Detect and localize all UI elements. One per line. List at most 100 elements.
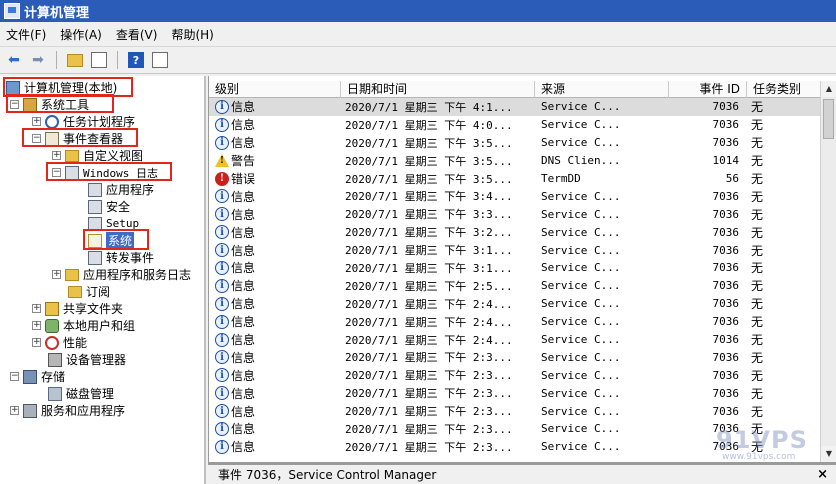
collapse-icon[interactable]: −: [32, 134, 41, 143]
expand-icon[interactable]: +: [32, 117, 41, 126]
table-row[interactable]: i 信息 2020/7/1 星期三 下午 4:0... Service C... 703…: [209, 116, 821, 134]
menu-action[interactable]: 操作(A): [60, 26, 102, 43]
table-row[interactable]: i 信息 2020/7/1 星期三 下午 3:5... Service C... 703…: [209, 134, 821, 152]
level-text: 信息: [231, 243, 256, 258]
tree-item-device-manager[interactable]: 设备管理器: [48, 351, 126, 368]
show-action-pane-button[interactable]: [150, 50, 170, 70]
table-row[interactable]: i 信息 2020/7/1 星期三 下午 2:4... Service C... 703…: [209, 331, 821, 349]
forward-arrow-icon[interactable]: ➡: [28, 50, 48, 70]
table-row[interactable]: i 信息 2020/7/1 星期三 下午 3:2... Service C... 703…: [209, 223, 821, 241]
table-row[interactable]: i 信息 2020/7/1 星期三 下午 2:3... Service C... 703…: [209, 366, 821, 384]
column-header-source[interactable]: 来源: [535, 81, 669, 98]
tree-label: 安全: [106, 200, 131, 214]
log-icon: [88, 250, 102, 265]
tree-item-custom-views[interactable]: + 自定义视图: [52, 147, 143, 164]
scroll-up-icon[interactable]: ▲: [821, 81, 836, 97]
vertical-scrollbar[interactable]: ▲ ▼: [820, 81, 836, 462]
tree-label: 服务和应用程序: [41, 404, 126, 418]
tree-item-services-apps[interactable]: + 服务和应用程序: [10, 402, 125, 419]
expand-icon[interactable]: +: [52, 270, 61, 279]
back-arrow-icon[interactable]: ⬅: [4, 50, 24, 70]
help-button[interactable]: ?: [126, 50, 146, 70]
tree-item-shared-folders[interactable]: + 共享文件夹: [32, 300, 123, 317]
table-row[interactable]: i 信息 2020/7/1 星期三 下午 2:3... Service C... 703…: [209, 384, 821, 402]
cell-event-id: 1014: [712, 154, 740, 168]
tree-item-system[interactable]: 系统: [88, 232, 135, 249]
disk-icon: [48, 386, 62, 401]
cell-date: 2020/7/1 星期三 下午 2:4...: [345, 333, 513, 347]
show-hide-tree-button[interactable]: [89, 50, 109, 70]
collapse-icon[interactable]: −: [52, 168, 61, 177]
column-header-level[interactable]: 级别: [209, 81, 341, 98]
cell-source: Service C...: [541, 333, 621, 347]
column-header-task[interactable]: 任务类别: [747, 81, 821, 98]
cell-event-id: 7036: [712, 189, 740, 203]
cell-level: i 信息: [209, 206, 341, 223]
storage-icon: [23, 369, 37, 384]
tree-label: 存储: [41, 370, 66, 384]
cell-date: 2020/7/1 星期三 下午 3:1...: [345, 261, 513, 275]
collapse-icon[interactable]: −: [10, 372, 19, 381]
table-row[interactable]: i 信息 2020/7/1 星期三 下午 2:3... Service C... 703…: [209, 348, 821, 366]
cell-date: 2020/7/1 星期三 下午 3:3...: [345, 208, 513, 222]
expand-icon[interactable]: +: [10, 406, 19, 415]
tree-item-application[interactable]: 应用程序: [88, 181, 154, 198]
expand-icon[interactable]: +: [32, 338, 41, 347]
menu-help[interactable]: 帮助(H): [171, 26, 213, 43]
cell-source: DNS Clien...: [541, 154, 621, 168]
watermark-url: www.91vps.com: [722, 452, 796, 462]
expand-icon[interactable]: +: [32, 304, 41, 313]
system-log-icon: [88, 233, 102, 248]
tree-item-app-service-logs[interactable]: + 应用程序和服务日志: [52, 266, 191, 283]
expand-icon[interactable]: +: [32, 321, 41, 330]
table-row[interactable]: i 信息 2020/7/1 星期三 下午 3:3... Service C... 703…: [209, 205, 821, 223]
tree-item-task-scheduler[interactable]: + 任务计划程序: [32, 113, 135, 130]
cell-date: 2020/7/1 星期三 下午 2:3...: [345, 440, 513, 454]
info-icon: i: [215, 368, 229, 383]
collapse-icon[interactable]: −: [10, 100, 19, 109]
tree-item-setup[interactable]: Setup: [88, 215, 139, 232]
cell-level: i 信息: [209, 403, 341, 420]
up-folder-button[interactable]: [65, 50, 85, 70]
title-bar: 计算机管理: [0, 0, 836, 22]
tools-icon: [23, 97, 37, 112]
table-row[interactable]: i 信息 2020/7/1 星期三 下午 3:4... Service C... 703…: [209, 187, 821, 205]
scroll-down-icon[interactable]: ▼: [821, 446, 836, 462]
menu-view[interactable]: 查看(V): [116, 26, 158, 43]
table-row[interactable]: i 信息 2020/7/1 星期三 下午 2:4... Service C... 703…: [209, 313, 821, 331]
tree-item-system-tools[interactable]: − 系统工具: [10, 96, 89, 113]
menu-file[interactable]: 文件(F): [6, 26, 46, 43]
scroll-thumb[interactable]: [823, 99, 834, 139]
table-row[interactable]: ! 错误 2020/7/1 星期三 下午 3:5... TermDD 56 无: [209, 170, 821, 188]
tree-item-security[interactable]: 安全: [88, 198, 130, 215]
cell-source: Service C...: [541, 350, 621, 364]
tree-item-event-viewer[interactable]: − 事件查看器: [32, 130, 123, 147]
column-header-date[interactable]: 日期和时间: [341, 81, 535, 98]
column-header-event-id[interactable]: 事件 ID: [669, 81, 747, 98]
close-icon[interactable]: ×: [817, 467, 828, 482]
tree-item-storage[interactable]: − 存储: [10, 368, 65, 385]
expand-icon[interactable]: +: [52, 151, 61, 160]
tree-label: 应用程序: [106, 183, 155, 197]
level-text: 信息: [231, 440, 256, 455]
event-viewer-icon: [45, 131, 59, 146]
table-row[interactable]: i 信息 2020/7/1 星期三 下午 2:4... Service C... 703…: [209, 295, 821, 313]
tree-item-performance[interactable]: + 性能: [32, 334, 87, 351]
tree-item-windows-logs[interactable]: − Windows 日志: [52, 164, 158, 181]
level-text: 信息: [231, 189, 256, 204]
table-row[interactable]: i 信息 2020/7/1 星期三 下午 3:1... Service C... 703…: [209, 241, 821, 259]
tree-item-subscriptions[interactable]: 订阅: [68, 283, 110, 300]
cell-date: 2020/7/1 星期三 下午 2:3...: [345, 369, 513, 383]
table-row[interactable]: i 信息 2020/7/1 星期三 下午 4:1... Service C... 703…: [209, 98, 821, 116]
tree-item-local-users[interactable]: + 本地用户和组: [32, 317, 135, 334]
table-row[interactable]: i 信息 2020/7/1 星期三 下午 2:5... Service C... 703…: [209, 277, 821, 295]
tree-item-disk-management[interactable]: 磁盘管理: [48, 385, 114, 402]
tree-item-forwarded-events[interactable]: 转发事件: [88, 249, 154, 266]
table-row[interactable]: i 信息 2020/7/1 星期三 下午 2:3... Service C... 703…: [209, 402, 821, 420]
table-row[interactable]: i 信息 2020/7/1 星期三 下午 3:1... Service C... 703…: [209, 259, 821, 277]
table-row[interactable]: ! 警告 2020/7/1 星期三 下午 3:5... DNS Clien... 101…: [209, 152, 821, 170]
cell-date: 2020/7/1 星期三 下午 3:1...: [345, 244, 513, 258]
tree-item-root[interactable]: 计算机管理(本地): [6, 79, 117, 96]
cell-event-id: 7036: [712, 368, 740, 382]
cell-source: Service C...: [541, 315, 621, 329]
